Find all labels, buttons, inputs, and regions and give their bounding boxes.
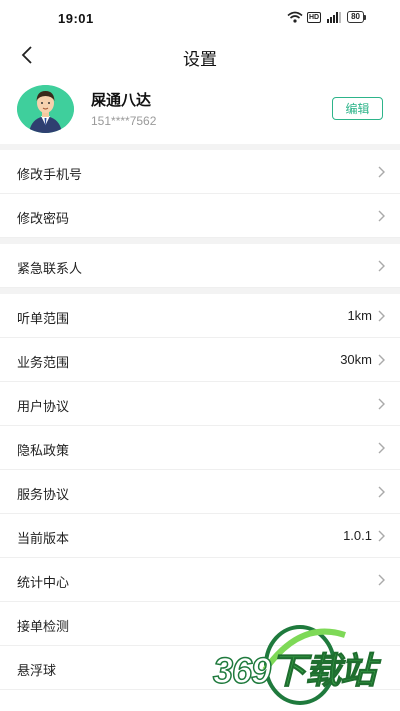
settings-item-value: 1.0.1 xyxy=(343,528,372,543)
watermark-number: 369 xyxy=(212,649,272,692)
chevron-right-icon xyxy=(378,166,385,178)
settings-item-label: 隐私政策 xyxy=(17,443,70,458)
settings-item-label: 用户协议 xyxy=(17,399,70,414)
settings-item-label: 统计中心 xyxy=(17,575,70,590)
chevron-right-icon xyxy=(378,486,385,498)
status-time: 19:01 xyxy=(58,11,94,26)
settings-item-label: 修改密码 xyxy=(17,211,70,226)
watermark-logo: 369下载站 xyxy=(205,615,400,711)
chevron-right-icon xyxy=(378,398,385,410)
settings-item-label: 接单检测 xyxy=(17,619,70,634)
settings-item-listen-range[interactable]: 听单范围 1km xyxy=(0,294,400,338)
user-name: 屎通八达 xyxy=(91,92,152,109)
settings-item-service-agreement[interactable]: 服务协议 xyxy=(0,470,400,514)
settings-item-label: 紧急联系人 xyxy=(17,261,83,276)
settings-item-privacy-policy[interactable]: 隐私政策 xyxy=(0,426,400,470)
settings-item-user-agreement[interactable]: 用户协议 xyxy=(0,382,400,426)
signal-icon xyxy=(327,12,342,23)
settings-item-label: 修改手机号 xyxy=(17,167,83,182)
settings-item-value: 1km xyxy=(347,308,372,323)
settings-item-label: 悬浮球 xyxy=(17,663,57,678)
profile-card: 屎通八达 151****7562 编辑 xyxy=(0,74,400,144)
settings-item-label: 业务范围 xyxy=(17,355,70,370)
battery-icon: 80 xyxy=(347,11,366,23)
settings-item-label: 当前版本 xyxy=(17,531,70,546)
avatar-image xyxy=(17,85,74,133)
chevron-right-icon xyxy=(378,442,385,454)
user-phone: 151****7562 xyxy=(91,114,157,128)
chevron-right-icon xyxy=(378,574,385,586)
edit-profile-button[interactable]: 编辑 xyxy=(332,97,383,120)
settings-item-emergency-contact[interactable]: 紧急联系人 xyxy=(0,244,400,288)
chevron-right-icon xyxy=(378,260,385,272)
settings-item-change-password[interactable]: 修改密码 xyxy=(0,194,400,238)
settings-item-label: 服务协议 xyxy=(17,487,70,502)
settings-item-change-phone[interactable]: 修改手机号 xyxy=(0,150,400,194)
page-title: 设置 xyxy=(183,50,217,69)
chevron-right-icon xyxy=(378,310,385,322)
settings-item-value: 30km xyxy=(340,352,372,367)
watermark-chinese: 下载站 xyxy=(270,650,377,692)
settings-item-label: 听单范围 xyxy=(17,311,70,326)
avatar[interactable] xyxy=(17,85,74,133)
watermark-text: 369下载站 xyxy=(212,642,377,694)
status-icons: HD 80 xyxy=(287,11,366,23)
battery-level: 80 xyxy=(347,11,364,23)
settings-item-business-range[interactable]: 业务范围 30km xyxy=(0,338,400,382)
settings-item-statistics-center[interactable]: 统计中心 xyxy=(0,558,400,602)
chevron-right-icon xyxy=(378,210,385,222)
battery-tip xyxy=(364,14,366,20)
nav-bar: 设置 xyxy=(0,36,400,74)
hd-badge: HD xyxy=(306,11,322,23)
chevron-right-icon xyxy=(378,530,385,542)
settings-item-current-version[interactable]: 当前版本 1.0.1 xyxy=(0,514,400,558)
status-bar: 19:01 HD 80 xyxy=(0,0,400,36)
wifi-icon xyxy=(287,11,303,23)
chevron-right-icon xyxy=(378,354,385,366)
